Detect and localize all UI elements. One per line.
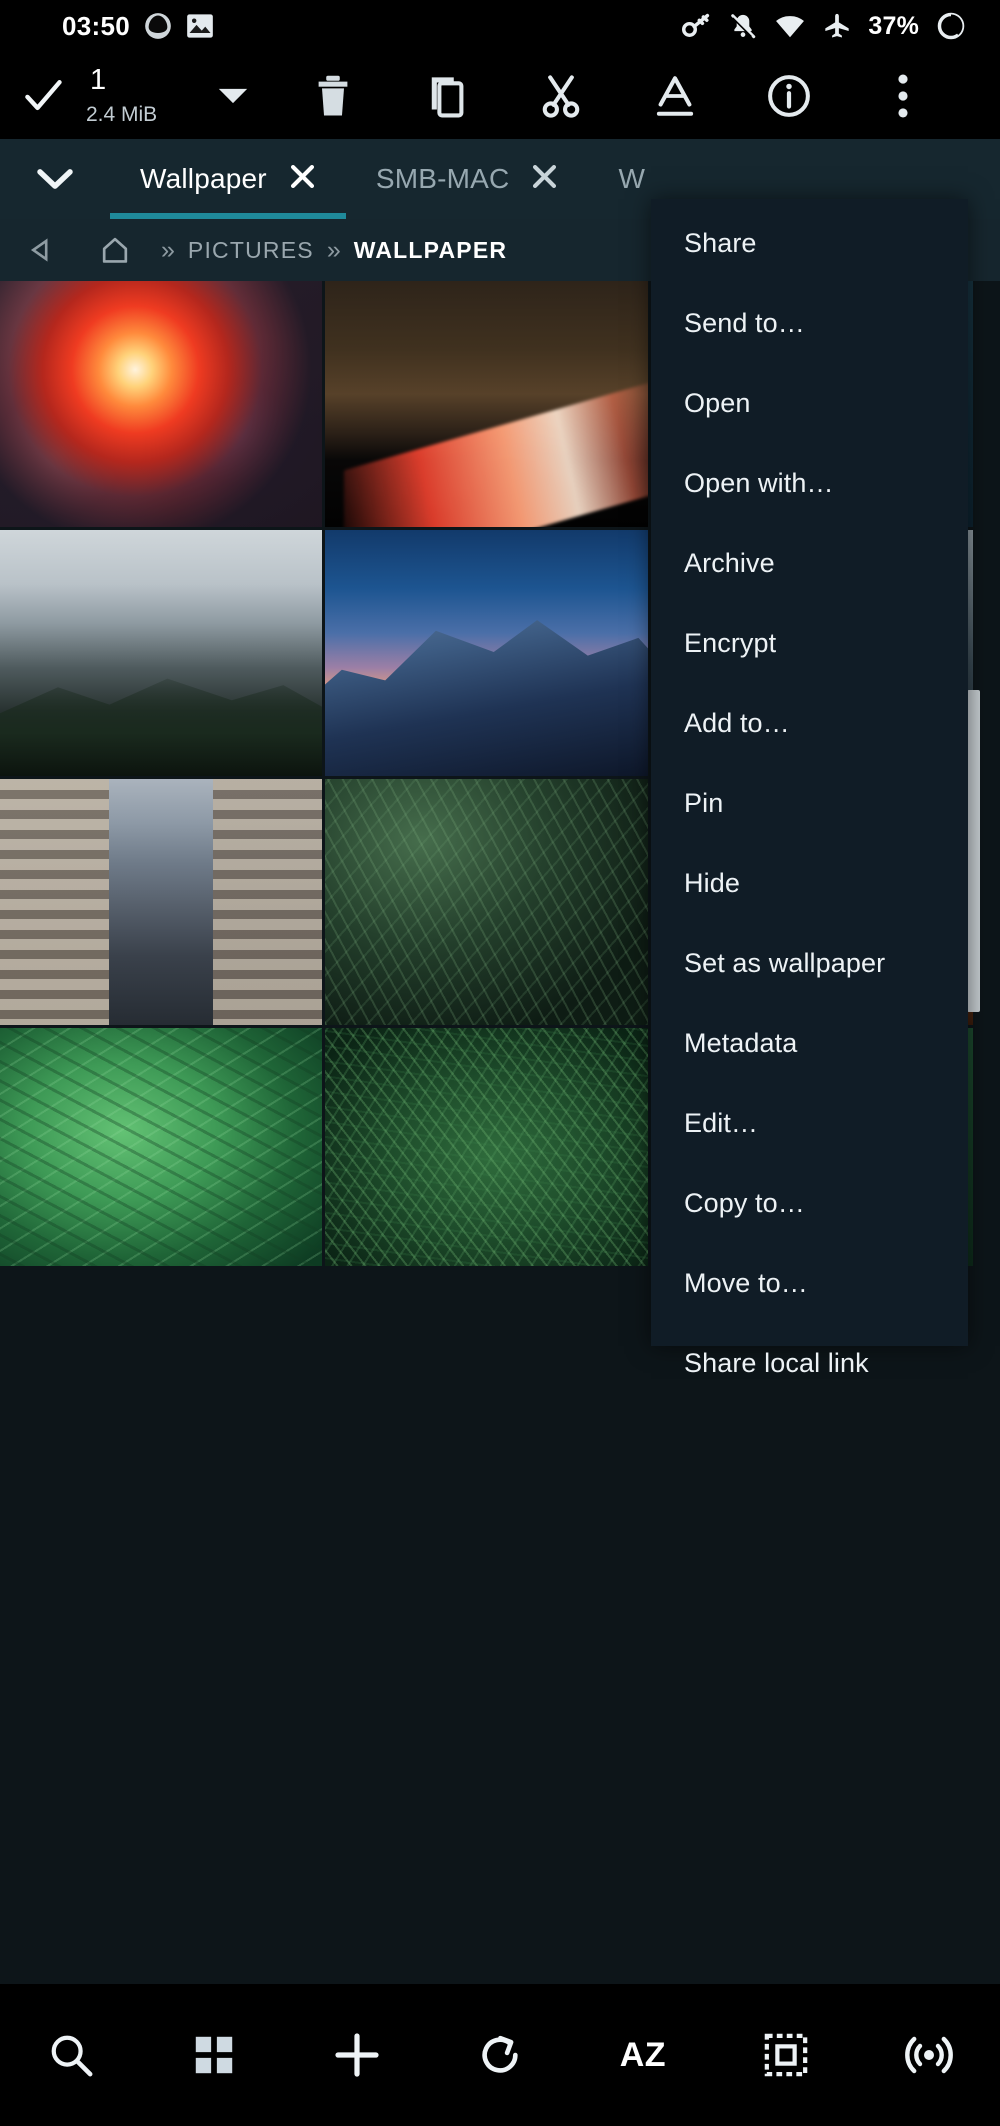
- menu-item-send-to[interactable]: Send to…: [651, 283, 968, 363]
- thumbnail-green-grass-blades[interactable]: [325, 1028, 648, 1266]
- status-clock: 03:50: [62, 10, 130, 41]
- thumbnail-yosemite-half-dome[interactable]: [325, 530, 648, 776]
- copy-button[interactable]: [390, 52, 504, 139]
- menu-item-hide[interactable]: Hide: [651, 843, 968, 923]
- battery-ring-icon: [936, 11, 966, 41]
- refresh-icon[interactable]: [429, 1984, 572, 2126]
- selection-check-button[interactable]: [0, 52, 86, 139]
- overflow-menu-button[interactable]: [846, 52, 960, 139]
- thumbnail-highway-light-trails[interactable]: [325, 281, 648, 527]
- info-button[interactable]: [732, 52, 846, 139]
- tab-label: SMB-MAC: [375, 163, 510, 194]
- selected-count: 1: [90, 64, 107, 96]
- tab-label: W: [618, 163, 646, 194]
- selection-toolbar: 1 2.4 MiB: [0, 52, 1000, 139]
- menu-item-encrypt[interactable]: Encrypt: [651, 603, 968, 683]
- wifi-icon: [774, 13, 806, 39]
- menu-item-move-to[interactable]: Move to…: [651, 1243, 968, 1323]
- menu-item-pin[interactable]: Pin: [651, 763, 968, 843]
- tab-wallpaper[interactable]: Wallpaper: [110, 139, 346, 219]
- home-icon[interactable]: [82, 236, 148, 264]
- menu-item-metadata[interactable]: Metadata: [651, 1003, 968, 1083]
- status-bar-left: 03:50: [62, 11, 214, 42]
- battery-percent: 37%: [868, 11, 919, 40]
- menu-item-edit[interactable]: Edit…: [651, 1083, 968, 1163]
- menu-item-add-to[interactable]: Add to…: [651, 683, 968, 763]
- menu-item-open-with[interactable]: Open with…: [651, 443, 968, 523]
- thumbnail-color-explosion[interactable]: [0, 281, 322, 527]
- tab-label: Wallpaper: [140, 163, 267, 194]
- cut-button[interactable]: [504, 52, 618, 139]
- gallery-notification-icon: [186, 13, 214, 39]
- selection-dropdown-button[interactable]: [190, 52, 276, 139]
- menu-item-archive[interactable]: Archive: [651, 523, 968, 603]
- back-icon[interactable]: [0, 237, 82, 263]
- menu-item-share[interactable]: Share: [651, 203, 968, 283]
- menu-item-share-local-link[interactable]: Share local link: [651, 1323, 968, 1403]
- tab-close-icon[interactable]: [531, 163, 558, 195]
- thumbnail-green-fern-leaves[interactable]: [0, 1028, 322, 1266]
- grid-view-icon[interactable]: [143, 1984, 286, 2126]
- status-bar: 03:50 37%: [0, 0, 1000, 52]
- breadcrumb-separator: »: [161, 235, 175, 264]
- broadcast-icon[interactable]: [857, 1984, 1000, 2126]
- breadcrumb-separator: »: [326, 235, 341, 264]
- app-notification-icon: [144, 12, 172, 40]
- delete-button[interactable]: [276, 52, 390, 139]
- menu-item-copy-to[interactable]: Copy to…: [651, 1163, 968, 1243]
- app-screen: 03:50 37% 1 2.4 MiB Wallpaper SMB-MAC W …: [0, 0, 1000, 2126]
- select-area-icon[interactable]: [714, 1984, 857, 2126]
- bell-muted-icon: [729, 12, 757, 40]
- airplane-mode-icon: [823, 12, 851, 40]
- sort-az-icon[interactable]: AZ: [571, 1984, 714, 2126]
- tab-close-icon[interactable]: [289, 163, 316, 195]
- bottom-navigation-bar: AZ: [0, 1984, 1000, 2126]
- thumbnail-foggy-mountain-road[interactable]: [0, 530, 322, 776]
- thumbnail-dark-palm-leaves[interactable]: [325, 779, 648, 1025]
- selected-size: 2.4 MiB: [86, 103, 158, 126]
- selection-info: 1 2.4 MiB: [86, 64, 190, 126]
- tab-list-chevron-down-icon[interactable]: [0, 139, 110, 219]
- vertical-scrollbar[interactable]: [967, 690, 980, 1012]
- add-icon[interactable]: [286, 1984, 429, 2126]
- menu-item-set-as-wallpaper[interactable]: Set as wallpaper: [651, 923, 968, 1003]
- menu-item-open[interactable]: Open: [651, 363, 968, 443]
- tab-smb-mac[interactable]: SMB-MAC: [346, 139, 589, 219]
- thumbnail-city-skyscraper[interactable]: [0, 779, 322, 1025]
- context-menu: Share Send to… Open Open with… Archive E…: [651, 199, 968, 1378]
- breadcrumb-item-wallpaper[interactable]: WALLPAPER: [354, 237, 507, 264]
- breadcrumb-item-pictures[interactable]: PICTURES: [188, 237, 314, 264]
- rename-button[interactable]: [618, 52, 732, 139]
- search-icon[interactable]: [0, 1984, 143, 2126]
- status-bar-right: 37%: [682, 11, 966, 41]
- vpn-key-icon: [682, 13, 712, 39]
- sort-az-label: AZ: [619, 2035, 667, 2074]
